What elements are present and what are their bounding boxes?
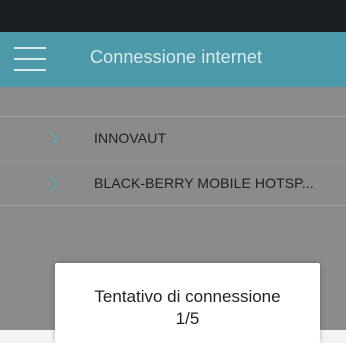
app-bar: Connessione internet xyxy=(0,32,346,87)
page-title: Connessione internet xyxy=(90,47,263,67)
chevron-right-icon xyxy=(48,176,60,192)
hamburger-menu-icon[interactable] xyxy=(14,46,48,72)
chevron-right-icon xyxy=(48,131,60,147)
network-item-blackberry-hotspot[interactable]: BLACK-BERRY MOBILE HOTSP... xyxy=(0,161,346,205)
dialog-progress: 1/5 xyxy=(175,309,200,328)
connection-progress-dialog: Tentativo di connessione 1/5 xyxy=(55,263,320,343)
network-list: INNOVAUT BLACK-BERRY MOBILE HOTSP... xyxy=(0,116,346,206)
status-bar xyxy=(0,0,346,32)
network-name: INNOVAUT xyxy=(94,130,167,146)
network-item-innovaut[interactable]: INNOVAUT xyxy=(0,117,346,161)
dialog-message: Tentativo di connessione xyxy=(94,287,281,306)
network-name: BLACK-BERRY MOBILE HOTSP... xyxy=(94,175,314,191)
